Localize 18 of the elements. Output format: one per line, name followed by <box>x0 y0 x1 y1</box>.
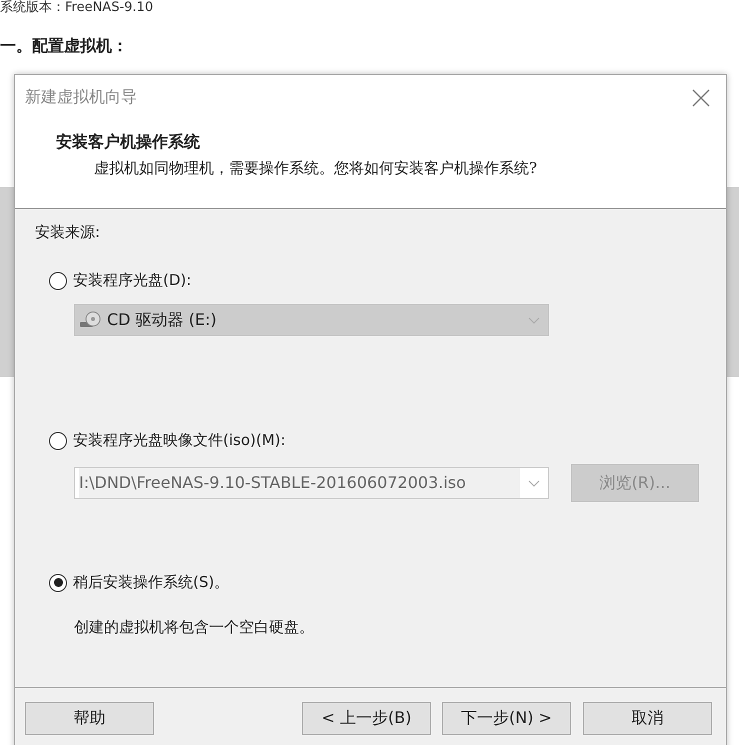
dialog-button[interactable]: 下一步(N) > <box>442 702 571 735</box>
cd-drive-icon <box>79 311 101 329</box>
dialog-button[interactable]: 帮助 <box>25 702 154 735</box>
step-description: 虚拟机如同物理机，需要操作系统。您将如何安装客户机操作系统? <box>93 159 538 178</box>
option-note: 创建的虚拟机将包含一个空白硬盘。 <box>74 618 315 637</box>
radio-label[interactable]: 稍后安装操作系统(S)。 <box>73 573 230 592</box>
section-label: 安装来源: <box>35 223 102 242</box>
dialog-button[interactable]: 取消 <box>583 702 712 735</box>
step-title: 安装客户机操作系统 <box>56 131 201 153</box>
version-line: 系统版本：FreeNAS-9.10 <box>0 0 154 15</box>
window-title: 新建虚拟机向导 <box>25 87 137 108</box>
close-icon[interactable] <box>692 88 710 106</box>
dropdown-value: CD 驱动器 (E:) <box>107 310 218 330</box>
caret-icon <box>528 316 540 324</box>
section-heading: 一。配置虚拟机： <box>0 36 129 56</box>
radio-button[interactable] <box>49 574 67 592</box>
caret-icon <box>528 480 540 486</box>
dialog-button[interactable]: < 上一步(B) <box>302 702 431 735</box>
